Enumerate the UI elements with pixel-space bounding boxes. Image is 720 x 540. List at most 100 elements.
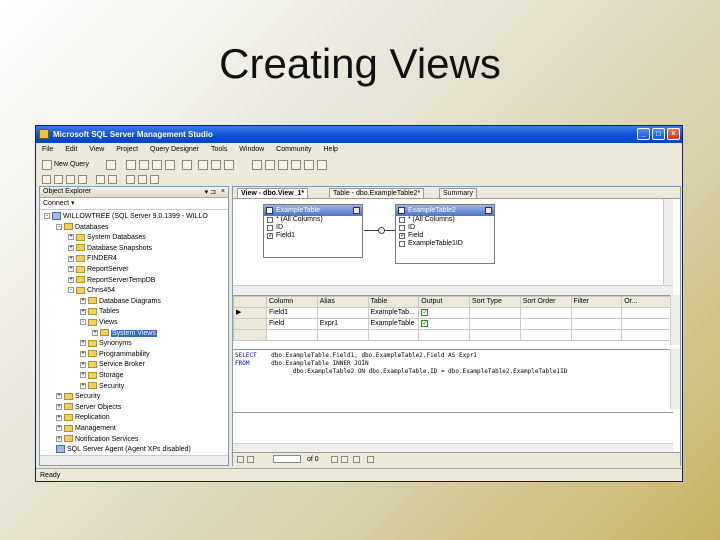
menu-view[interactable]: View: [89, 146, 104, 153]
cell-sort-order[interactable]: [519, 318, 572, 330]
previous-record-icon[interactable]: [247, 456, 254, 463]
join-key-icon[interactable]: [378, 227, 385, 234]
cell-filter[interactable]: [570, 329, 623, 341]
cell-alias[interactable]: [316, 329, 369, 341]
template-explorer-icon[interactable]: [278, 160, 288, 170]
tree-item[interactable]: + Server Objects: [56, 403, 121, 412]
cell-output[interactable]: ✓: [418, 307, 470, 319]
column-row[interactable]: ID: [264, 224, 362, 232]
table-header[interactable]: ExampleTable2: [396, 205, 494, 216]
tree-item[interactable]: + System Databases: [68, 233, 146, 242]
tree-item[interactable]: + Security: [56, 392, 100, 401]
print-icon[interactable]: [224, 160, 234, 170]
collapse-icon[interactable]: -: [56, 223, 62, 230]
column-row[interactable]: * (All Columns): [396, 216, 494, 224]
tree-item[interactable]: + Management: [56, 424, 116, 433]
expand-icon[interactable]: +: [68, 234, 74, 241]
tree-item[interactable]: + System Views: [92, 329, 157, 338]
properties-icon[interactable]: [291, 160, 301, 170]
expand-icon[interactable]: +: [80, 297, 86, 304]
filter-icon[interactable]: [150, 175, 159, 184]
cell-or[interactable]: [621, 318, 673, 330]
cell-column[interactable]: Field: [266, 318, 318, 330]
menu-window[interactable]: Window: [239, 146, 264, 153]
table-row[interactable]: [233, 329, 673, 341]
horizontal-scrollbar[interactable]: [40, 455, 228, 465]
cell-output[interactable]: [418, 329, 470, 341]
menu-query-designer[interactable]: Query Designer: [150, 146, 199, 153]
sql-vertical-scrollbar[interactable]: [670, 349, 680, 409]
diagram-horizontal-scrollbar[interactable]: [233, 285, 673, 295]
row-marker[interactable]: [233, 318, 267, 330]
next-record-icon[interactable]: [331, 456, 338, 463]
criteria-pane-icon[interactable]: [54, 175, 63, 184]
expand-icon[interactable]: +: [80, 350, 86, 357]
save-icon[interactable]: [198, 160, 208, 170]
cell-or[interactable]: [621, 329, 673, 341]
column-row[interactable]: * (All Columns): [264, 216, 362, 224]
cell-alias[interactable]: Expr1: [316, 318, 369, 330]
expand-icon[interactable]: +: [56, 414, 62, 421]
collapse-icon[interactable]: -: [80, 319, 86, 326]
pin-icon[interactable]: ▾ ⊐: [205, 188, 216, 198]
tree-item[interactable]: + Synonyms: [80, 339, 132, 348]
column-checkbox[interactable]: [399, 241, 405, 247]
expand-icon[interactable]: +: [80, 382, 86, 389]
cell-or[interactable]: [621, 307, 673, 319]
cell-sort-order[interactable]: [519, 329, 572, 341]
title-bar[interactable]: Microsoft SQL Server Management Studio _…: [36, 126, 682, 143]
expand-icon[interactable]: +: [80, 361, 86, 368]
cell-filter[interactable]: [570, 318, 623, 330]
object-explorer-icon[interactable]: [265, 160, 275, 170]
cell-table[interactable]: ExampleTab...: [367, 307, 420, 319]
row-marker[interactable]: [233, 329, 267, 341]
expand-icon[interactable]: +: [56, 425, 62, 432]
dmx-query-icon[interactable]: [152, 160, 162, 170]
column-row[interactable]: ID: [396, 224, 494, 232]
expand-icon[interactable]: +: [80, 340, 86, 347]
tree-item[interactable]: + Programmability: [80, 350, 150, 359]
menu-file[interactable]: File: [42, 146, 53, 153]
close-button[interactable]: ×: [667, 128, 680, 140]
expand-icon[interactable]: +: [68, 276, 74, 283]
tree-item[interactable]: + ReportServerTempDB: [68, 276, 155, 285]
new-record-icon[interactable]: [353, 456, 360, 463]
tab-view-designer[interactable]: View - dbo.View_1*: [237, 188, 309, 198]
cell-column[interactable]: Field1: [266, 307, 318, 319]
tree-item[interactable]: + Replication: [56, 413, 110, 422]
tree-item[interactable]: + Storage: [80, 371, 124, 380]
results-pane-icon[interactable]: [78, 175, 87, 184]
tree-item[interactable]: - Views: [80, 318, 118, 327]
diagram-pane[interactable]: ExampleTable * (All Columns) ID ✓ Field1 …: [233, 199, 673, 294]
tree-item[interactable]: + Database Diagrams: [80, 297, 161, 306]
table-row[interactable]: ▶ Field1 ExampleTab... ✓: [233, 307, 673, 319]
add-table-icon[interactable]: [138, 175, 147, 184]
last-record-icon[interactable]: [341, 456, 348, 463]
cell-alias[interactable]: [316, 307, 369, 319]
tree-item[interactable]: + ReportServer: [68, 265, 129, 274]
tree-item[interactable]: - Chris454: [68, 286, 115, 295]
minimize-button[interactable]: _: [637, 128, 650, 140]
close-panel-icon[interactable]: ×: [221, 187, 225, 197]
tree-item[interactable]: + FINDER4: [68, 254, 117, 263]
column-checkbox[interactable]: [399, 217, 405, 223]
diagram-vertical-scrollbar[interactable]: [663, 199, 673, 294]
grid-vertical-scrollbar[interactable]: [670, 295, 680, 345]
cell-column[interactable]: [266, 329, 318, 341]
registered-servers-icon[interactable]: [252, 160, 262, 170]
expand-icon[interactable]: +: [68, 266, 74, 273]
expand-icon[interactable]: +: [56, 403, 62, 410]
record-number-input[interactable]: [273, 455, 301, 463]
database-engine-query-icon[interactable]: [106, 160, 116, 170]
cell-sort-type[interactable]: [469, 329, 521, 341]
sql-pane-icon[interactable]: [66, 175, 75, 184]
cell-sort-type[interactable]: [469, 318, 521, 330]
menu-tools[interactable]: Tools: [211, 146, 227, 153]
expand-icon[interactable]: +: [68, 244, 74, 251]
column-checkbox-checked[interactable]: ✓: [267, 233, 273, 239]
column-checkbox-checked[interactable]: ✓: [399, 233, 405, 239]
column-row[interactable]: ExampleTable1ID: [396, 240, 494, 248]
execute-icon[interactable]: [96, 175, 105, 184]
connect-button[interactable]: Connect ▾: [43, 200, 75, 207]
expand-icon[interactable]: +: [56, 393, 62, 400]
